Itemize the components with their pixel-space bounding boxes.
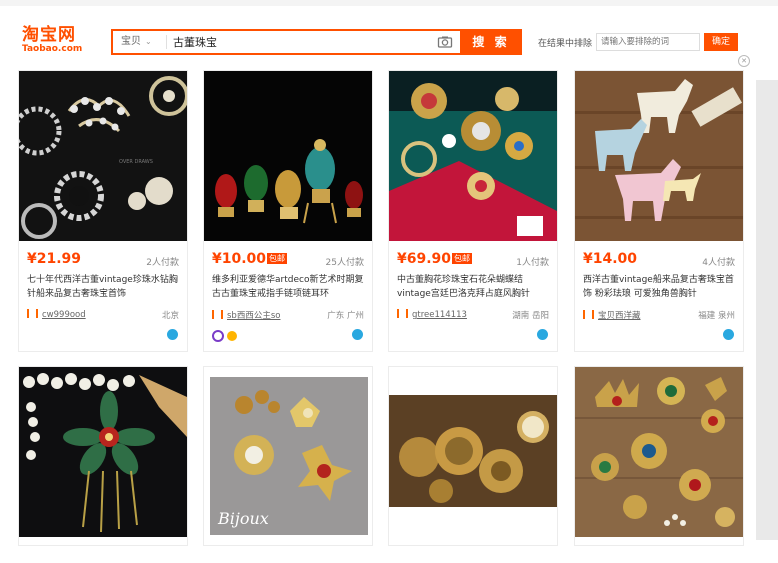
- product-card[interactable]: ¥10.00 包邮 25人付款 维多利亚爱德华artdeco新艺术时期复古古董珠宝…: [203, 70, 373, 352]
- shop-icon: [583, 310, 594, 319]
- product-card[interactable]: [574, 366, 744, 546]
- svg-text:OVER DRAWS: OVER DRAWS: [119, 159, 153, 165]
- price: ¥21.99: [27, 251, 81, 267]
- search-scope-label: 宝贝: [121, 36, 141, 47]
- price-value: ¥21.99: [27, 251, 82, 267]
- shop-name: sb西西公主so: [227, 311, 281, 321]
- shop-icon: [212, 310, 223, 319]
- price: ¥69.90 包邮: [397, 251, 473, 267]
- wangwang-chat-icon[interactable]: [723, 329, 734, 340]
- product-image[interactable]: [575, 367, 743, 537]
- shop-icon: [397, 309, 408, 318]
- seller-badge-icons: [212, 330, 237, 342]
- camera-icon[interactable]: [437, 34, 453, 50]
- exclude-filter: 在结果中排除 确定: [532, 31, 742, 55]
- location: 湖南 岳阳: [512, 311, 549, 321]
- free-shipping-badge: 包邮: [267, 253, 288, 264]
- free-shipping-badge: 包邮: [452, 253, 473, 264]
- location: 广东 广州: [327, 311, 364, 321]
- product-card[interactable]: [388, 366, 558, 546]
- exclude-label: 在结果中排除: [538, 39, 593, 49]
- price-value: ¥69.90: [397, 251, 452, 267]
- wangwang-chat-icon[interactable]: [352, 329, 363, 340]
- logo-subtext: Taobao.com: [22, 44, 83, 54]
- location: 北京: [161, 311, 179, 321]
- search-input[interactable]: [173, 33, 473, 51]
- wangwang-chat-icon[interactable]: [167, 329, 178, 340]
- price: ¥10.00 包邮: [212, 251, 288, 267]
- seller-badges: [212, 327, 252, 342]
- product-card[interactable]: Bijoux: [203, 366, 373, 546]
- wangwang-chat-icon[interactable]: [537, 329, 548, 340]
- location: 福建 泉州: [698, 311, 735, 321]
- product-image[interactable]: [19, 367, 187, 537]
- sold-count: 25人付款: [325, 258, 364, 268]
- shop-name: 宝贝西洋藏: [598, 311, 641, 321]
- product-image[interactable]: [204, 71, 372, 241]
- product-image[interactable]: Bijoux: [204, 367, 372, 537]
- product-title[interactable]: 西洋古董vintage船来品复古奢珠宝首饰 粉彩珐琅 可爱独角兽胸针: [583, 273, 739, 301]
- price: ¥14.00: [583, 251, 637, 267]
- logo-text: 淘宝网: [22, 25, 76, 45]
- search-button[interactable]: 搜 索: [460, 29, 522, 55]
- shop-name: cw999ood: [42, 310, 86, 320]
- product-image[interactable]: OVER DRAWS: [19, 71, 187, 241]
- top-strip: [0, 0, 778, 6]
- exclude-input[interactable]: [596, 33, 700, 51]
- price-value: ¥14.00: [583, 251, 638, 267]
- search-divider: [166, 35, 167, 49]
- chevron-down-icon: ⌄: [145, 37, 152, 46]
- shop-icon: [27, 309, 38, 318]
- product-image[interactable]: [389, 71, 557, 241]
- product-image[interactable]: [575, 71, 743, 241]
- image-caption: Bijoux: [217, 509, 269, 528]
- product-title[interactable]: 维多利亚爱德华artdeco新艺术时期复古古董珠宝戒指手链项链耳环: [212, 273, 368, 301]
- shop-link[interactable]: 宝贝西洋藏: [583, 309, 641, 321]
- sold-count: 2人付款: [146, 258, 179, 268]
- product-image[interactable]: [389, 367, 557, 537]
- product-title[interactable]: 七十年代西洋古董vintage珍珠水钻胸针船来品复古奢珠宝首饰: [27, 273, 183, 301]
- exclude-confirm-button[interactable]: 确定: [704, 33, 738, 51]
- close-icon[interactable]: ✕: [738, 55, 750, 67]
- product-card[interactable]: ¥69.90 包邮 1人付款 中古董胸花珍珠宝石花朵蝴蝶结vintage宫廷巴洛克…: [388, 70, 558, 352]
- shop-link[interactable]: sb西西公主so: [212, 309, 280, 321]
- shop-name: gtree114113: [412, 310, 467, 320]
- product-title[interactable]: 中古董胸花珍珠宝石花朵蝴蝶结vintage宫廷巴洛克拜占庭风胸针: [397, 273, 553, 301]
- product-card[interactable]: [18, 366, 188, 546]
- product-card[interactable]: ¥14.00 4人付款 西洋古董vintage船来品复古奢珠宝首饰 粉彩珐琅 可…: [574, 70, 744, 352]
- price-value: ¥10.00: [212, 251, 267, 267]
- adjacent-content-edge: [756, 80, 778, 540]
- shop-link[interactable]: cw999ood: [27, 309, 86, 320]
- taobao-logo[interactable]: 淘宝网 Taobao.com: [22, 26, 92, 54]
- sold-count: 4人付款: [702, 258, 735, 268]
- search-bar: 宝贝 ⌄ 搜 索: [111, 29, 522, 55]
- search-scope-select[interactable]: 宝贝 ⌄: [113, 31, 165, 53]
- shop-link[interactable]: gtree114113: [397, 309, 467, 320]
- sold-count: 1人付款: [516, 258, 549, 268]
- product-card[interactable]: OVER DRAWS ¥21.99 2人付款 七十年代西洋古董vintage珍珠…: [18, 70, 188, 352]
